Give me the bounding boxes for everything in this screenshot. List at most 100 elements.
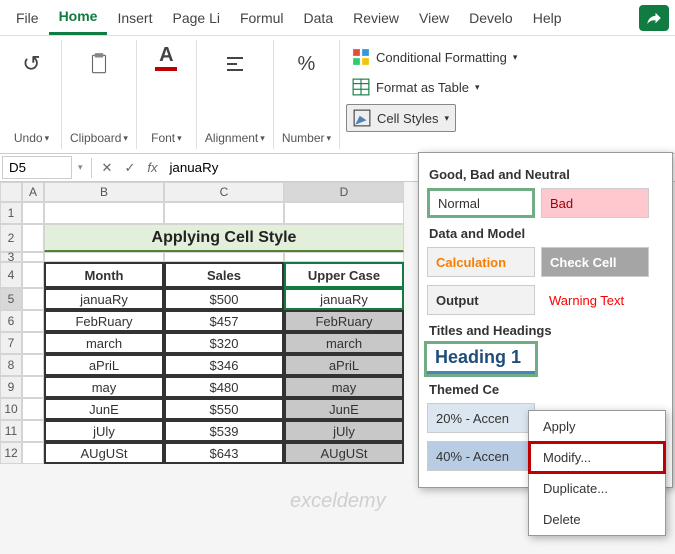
tab-formulas[interactable]: Formul (230, 2, 294, 34)
cell-sales[interactable]: $500 (164, 288, 284, 310)
tab-pagelayout[interactable]: Page Li (162, 2, 229, 34)
col-header-d[interactable]: D (284, 182, 404, 202)
tab-file[interactable]: File (6, 2, 49, 34)
tab-developer[interactable]: Develo (459, 2, 523, 34)
style-check-cell[interactable]: Check Cell (541, 247, 649, 277)
row-header[interactable]: 11 (0, 420, 22, 442)
format-table-button[interactable]: Format as Table▾ (346, 74, 667, 100)
share-button[interactable] (639, 5, 669, 31)
name-box-chevron[interactable]: ▾ (74, 162, 87, 173)
cell-styles-label: Cell Styles (377, 111, 438, 126)
cell-sales[interactable]: $643 (164, 442, 284, 464)
cell-upper[interactable]: jUly (284, 420, 404, 442)
select-all-corner[interactable] (0, 182, 22, 202)
cell-sales[interactable]: $550 (164, 398, 284, 420)
row-headers: 1 2 3 4 5 6 7 8 9 10 11 12 (0, 202, 22, 464)
tab-bar: File Home Insert Page Li Formul Data Rev… (0, 0, 675, 36)
cell-sales[interactable]: $539 (164, 420, 284, 442)
tab-insert[interactable]: Insert (107, 2, 162, 34)
font-label: Font (151, 131, 175, 145)
cell-styles-button[interactable]: Cell Styles▾ (346, 104, 456, 132)
row-header[interactable]: 2 (0, 224, 22, 252)
row-header[interactable]: 9 (0, 376, 22, 398)
style-bad[interactable]: Bad (541, 188, 649, 218)
col-header-a[interactable]: A (22, 182, 44, 202)
cell-sales[interactable]: $320 (164, 332, 284, 354)
cell-upper[interactable]: aPriL (284, 354, 404, 376)
style-heading1[interactable]: Heading 1 (427, 344, 535, 374)
style-calculation[interactable]: Calculation (427, 247, 535, 277)
cell-month[interactable]: JunE (44, 398, 164, 420)
group-undo[interactable]: ↺ Undo▾ (2, 40, 62, 149)
cancel-icon[interactable]: ✕ (96, 160, 119, 176)
row-header[interactable]: 7 (0, 332, 22, 354)
col-header-b[interactable]: B (44, 182, 164, 202)
font-icon: A (155, 44, 177, 84)
cell-sales[interactable]: $346 (164, 354, 284, 376)
group-number[interactable]: % Number▾ (274, 40, 340, 149)
group-font[interactable]: A Font▾ (137, 40, 197, 149)
title-cell[interactable]: Applying Cell Style (44, 224, 404, 252)
fx-icon[interactable]: fx (141, 160, 163, 175)
section-data-model: Data and Model (429, 226, 662, 241)
ctx-duplicate[interactable]: Duplicate... (529, 473, 665, 504)
style-normal[interactable]: Normal (427, 188, 535, 218)
undo-label: Undo (14, 131, 43, 145)
style-output[interactable]: Output (427, 285, 535, 315)
cell-sales[interactable]: $457 (164, 310, 284, 332)
cell-month[interactable]: aPriL (44, 354, 164, 376)
alignment-label: Alignment (205, 131, 258, 145)
tab-view[interactable]: View (409, 2, 459, 34)
section-titles: Titles and Headings (429, 323, 662, 338)
context-menu: Apply Modify... Duplicate... Delete (528, 410, 666, 536)
undo-icon: ↺ (22, 44, 40, 84)
tab-home[interactable]: Home (49, 0, 108, 35)
cell-upper[interactable]: AUgUSt (284, 442, 404, 464)
cell-month[interactable]: jUly (44, 420, 164, 442)
enter-icon[interactable]: ✓ (118, 160, 141, 176)
group-clipboard[interactable]: Clipboard▾ (62, 40, 137, 149)
cell-upper[interactable]: march (284, 332, 404, 354)
cell-sales[interactable]: $480 (164, 376, 284, 398)
name-box[interactable] (2, 156, 72, 179)
row-header[interactable]: 1 (0, 202, 22, 224)
cell-month[interactable]: AUgUSt (44, 442, 164, 464)
cell-styles-icon (353, 109, 371, 127)
row-header[interactable]: 10 (0, 398, 22, 420)
header-month[interactable]: Month (44, 262, 164, 288)
watermark: exceldemy (290, 490, 386, 513)
conditional-label: Conditional Formatting (376, 50, 507, 65)
cell-upper[interactable]: JunE (284, 398, 404, 420)
cell-upper[interactable]: FebRuary (284, 310, 404, 332)
row-header[interactable]: 5 (0, 288, 22, 310)
header-upper[interactable]: Upper Case (284, 262, 404, 288)
cell-month[interactable]: januaRy (44, 288, 164, 310)
ctx-modify[interactable]: Modify... (529, 442, 665, 473)
style-accent20[interactable]: 20% - Accen (427, 403, 535, 433)
group-alignment[interactable]: Alignment▾ (197, 40, 274, 149)
paste-icon (86, 44, 112, 84)
cell-month[interactable]: march (44, 332, 164, 354)
header-sales[interactable]: Sales (164, 262, 284, 288)
conditional-formatting-button[interactable]: Conditional Formatting▾ (346, 44, 667, 70)
row-header[interactable]: 8 (0, 354, 22, 376)
tab-data[interactable]: Data (294, 2, 344, 34)
number-label: Number (282, 131, 325, 145)
col-header-c[interactable]: C (164, 182, 284, 202)
cell-month[interactable]: FebRuary (44, 310, 164, 332)
row-header[interactable]: 12 (0, 442, 22, 464)
cell-upper[interactable]: may (284, 376, 404, 398)
row-header[interactable]: 3 (0, 252, 22, 262)
ctx-delete[interactable]: Delete (529, 504, 665, 535)
row-header[interactable]: 4 (0, 262, 22, 288)
row-header[interactable]: 6 (0, 310, 22, 332)
style-accent40[interactable]: 40% - Accen (427, 441, 535, 471)
cell-month[interactable]: may (44, 376, 164, 398)
tab-help[interactable]: Help (523, 2, 572, 34)
style-warning[interactable]: Warning Text (541, 285, 649, 315)
cell-upper[interactable]: januaRy (284, 288, 404, 310)
ctx-apply[interactable]: Apply (529, 411, 665, 442)
tab-review[interactable]: Review (343, 2, 409, 34)
section-good-bad: Good, Bad and Neutral (429, 167, 662, 182)
group-styles: Conditional Formatting▾ Format as Table▾… (340, 40, 673, 149)
